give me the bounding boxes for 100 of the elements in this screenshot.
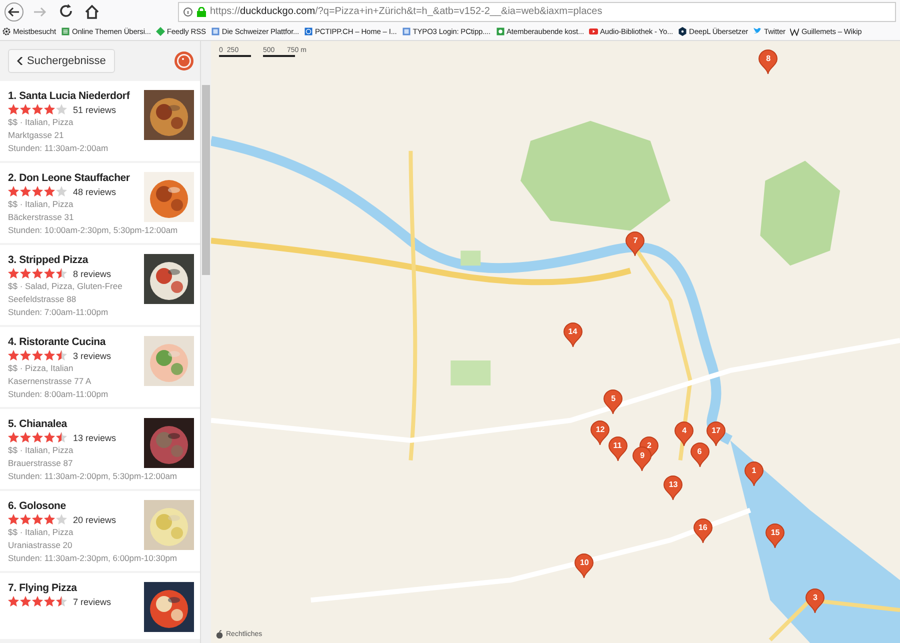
star-icon xyxy=(56,514,67,525)
result-title: 3. Stripped Pizza xyxy=(8,254,90,266)
duck-logo-icon[interactable] xyxy=(174,51,194,71)
apple-icon xyxy=(215,630,224,639)
review-count: 7 reviews xyxy=(73,596,112,606)
map-pin[interactable]: 1 xyxy=(744,461,764,488)
lock-icon xyxy=(197,6,206,16)
map-pin[interactable]: 7 xyxy=(625,230,646,257)
result-card[interactable]: 4. Ristorante Cucina 3 reviews $$ · Pizza, Italian Kasernenstrasse 77 A Stunden: 8:00am-11:00pm xyxy=(0,327,200,407)
review-count: 3 reviews xyxy=(73,350,112,360)
star-icon xyxy=(8,514,19,525)
star-icon xyxy=(56,186,67,197)
scale-bar xyxy=(263,55,295,57)
address-text: Brauerstrasse 87 xyxy=(8,458,74,469)
star-icon xyxy=(8,432,19,443)
diamond-icon xyxy=(156,27,165,36)
sheet-icon xyxy=(61,27,70,36)
bird-icon xyxy=(753,27,762,36)
map-pin[interactable]: 6 xyxy=(690,442,710,468)
address-text: Uraniastrasse 20 xyxy=(8,540,74,551)
star-icon xyxy=(44,432,55,443)
star-icon xyxy=(44,186,55,197)
review-count: 51 reviews xyxy=(73,104,116,114)
gear-icon xyxy=(2,27,11,36)
star-icon xyxy=(8,104,19,115)
info-icon xyxy=(183,6,193,16)
star-icon xyxy=(20,350,31,361)
star-icon xyxy=(56,596,67,607)
star-icon xyxy=(44,350,55,361)
hexagon-icon xyxy=(678,27,688,36)
back-to-results-button[interactable]: Suchergebnisse xyxy=(8,49,115,73)
scrollbar[interactable] xyxy=(200,41,211,643)
result-title: 7. Flying Pizza xyxy=(8,582,78,594)
result-card[interactable]: 1. Santa Lucia Niederdorf 51 reviews $$ · Italian, Pizza Marktgasse 21 Stunden: 11:30am-2:00am xyxy=(0,81,200,161)
map-pin[interactable]: 3 xyxy=(805,588,826,614)
map-pin[interactable]: 5 xyxy=(603,388,624,415)
category-text: $$ · Pizza, Italian xyxy=(8,363,74,374)
star-icon xyxy=(44,596,55,607)
star-icon xyxy=(44,514,55,525)
address-text: Marktgasse 21 xyxy=(8,130,65,141)
hours-text: Stunden: 11:30am-2:00pm, 5:30pm-12:00am xyxy=(8,471,178,482)
address-text: Seefeldstrasse 88 xyxy=(8,294,78,305)
map-pin[interactable]: 17 xyxy=(706,421,726,448)
category-text: $$ · Salad, Pizza, Gluten-Free xyxy=(8,281,124,292)
hours-text: Stunden: 10:00am-2:30pm, 5:30pm-12:00am xyxy=(8,225,179,236)
star-icon xyxy=(32,432,43,443)
chevron-left-icon xyxy=(17,57,23,65)
category-text: $$ · Italian, Pizza xyxy=(8,445,74,456)
address-bar[interactable]: https://duckduckgo.com/?q=Pizza+in+Zürich&t=h_&atb=v152-2__&ia=web&iaxm=places xyxy=(178,2,896,22)
map-pin[interactable]: 8 xyxy=(758,49,778,76)
category-text: $$ · Italian, Pizza xyxy=(8,527,74,538)
map-pin[interactable]: 12 xyxy=(590,420,610,446)
star-icon xyxy=(32,104,43,115)
map-pin[interactable]: 15 xyxy=(765,523,786,550)
review-count: 20 reviews xyxy=(73,514,116,524)
result-title: 5. Chianalea xyxy=(8,418,68,430)
review-count: 13 reviews xyxy=(73,432,116,442)
square-icon xyxy=(496,27,505,36)
result-title: 4. Ristorante Cucina xyxy=(8,336,107,348)
category-text: $$ · Italian, Pizza xyxy=(8,117,74,128)
result-card[interactable]: 6. Golosone 20 reviews $$ · Italian, Pizza Uraniastrasse 20 Stunden: 11:30am-2:30pm, 6:00pm-10:30pm xyxy=(0,491,200,571)
star-icon xyxy=(20,596,31,607)
square-icon xyxy=(304,27,314,36)
map-pin[interactable]: 10 xyxy=(574,552,594,579)
star-icon xyxy=(44,268,55,279)
review-count: 48 reviews xyxy=(73,186,116,196)
address-text: Kasernenstrasse 77 A xyxy=(8,376,92,387)
star-icon xyxy=(8,268,19,279)
result-title: 2. Don Leone Stauffacher xyxy=(8,172,131,184)
map-pin[interactable]: 13 xyxy=(663,475,684,502)
result-title: 1. Santa Lucia Niederdorf xyxy=(8,90,131,102)
star-icon xyxy=(32,596,43,607)
map-pin[interactable]: 4 xyxy=(674,421,694,448)
result-card[interactable]: 2. Don Leone Stauffacher 48 reviews $$ · Italian, Pizza Bäckerstrasse 31 Stunden: 10:00am-2:30pm, 5:30pm-12:00am xyxy=(0,163,200,243)
page-icon xyxy=(402,27,411,36)
star-icon xyxy=(56,104,67,115)
star-icon xyxy=(20,104,31,115)
scale-bar xyxy=(219,55,251,57)
star-icon xyxy=(8,350,19,361)
star-icon xyxy=(20,514,31,525)
star-icon xyxy=(32,514,43,525)
star-icon xyxy=(56,432,67,443)
star-icon xyxy=(20,186,31,197)
back-button[interactable] xyxy=(4,2,24,22)
result-card[interactable]: 3. Stripped Pizza 8 reviews $$ · Salad, Pizza, Gluten-Free Seefeldstrasse 88 Stunden: 7:00am-11:00pm xyxy=(0,245,200,325)
letter-w-icon xyxy=(790,27,800,36)
map-pin[interactable]: 11 xyxy=(608,436,628,462)
hours-text: Stunden: 11:30am-2:00am xyxy=(8,143,110,154)
star-icon xyxy=(44,104,55,115)
map-pin[interactable]: 16 xyxy=(692,518,713,544)
star-icon xyxy=(8,186,19,197)
result-card[interactable]: 7. Flying Pizza 7 reviews xyxy=(0,573,200,639)
play-icon xyxy=(588,27,598,36)
hours-text: Stunden: 8:00am-11:00pm xyxy=(8,389,110,400)
star-icon xyxy=(20,432,31,443)
result-card[interactable]: 5. Chianalea 13 reviews $$ · Italian, Pizza Brauerstrasse 87 Stunden: 11:30am-2:00pm, 5:30pm-12:00am xyxy=(0,409,200,489)
review-count: 8 reviews xyxy=(73,268,112,278)
hours-text: Stunden: 7:00am-11:00pm xyxy=(8,307,110,318)
map-pin[interactable]: 14 xyxy=(562,322,583,348)
star-icon xyxy=(20,268,31,279)
